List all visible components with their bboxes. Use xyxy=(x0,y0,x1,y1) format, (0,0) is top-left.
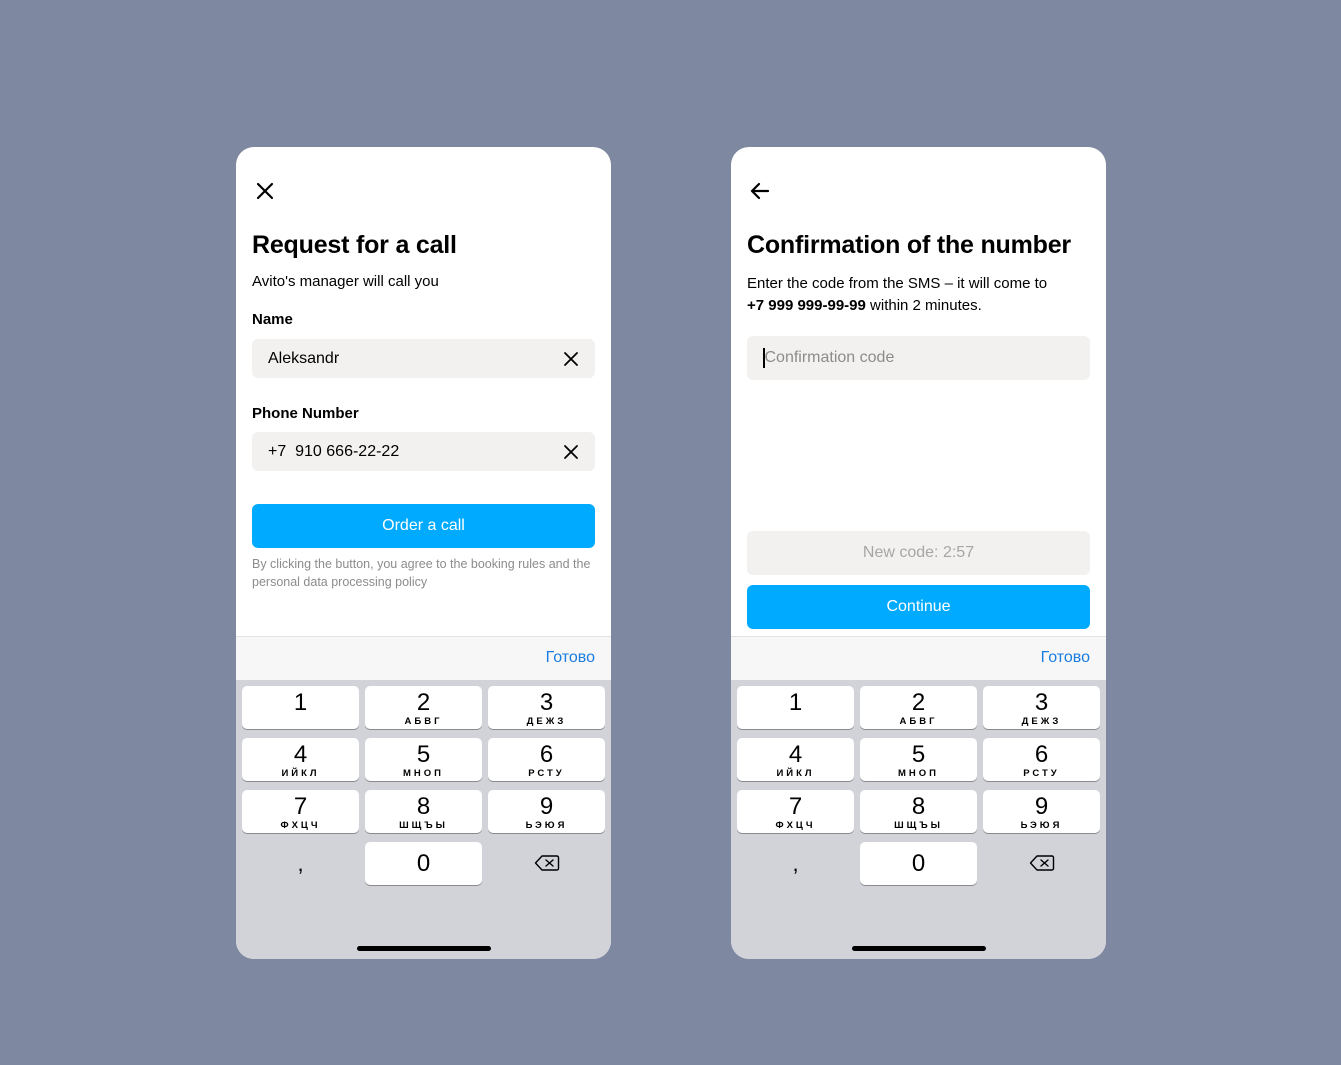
name-label: Name xyxy=(252,311,293,328)
key-3[interactable]: 3 ДЕЖЗ xyxy=(983,686,1100,729)
desc-suffix: within 2 minutes. xyxy=(870,297,982,314)
page-title: Request for a call xyxy=(252,231,457,259)
key-7[interactable]: 7 ФХЦЧ xyxy=(242,790,359,833)
key-4[interactable]: 4 ИЙКЛ xyxy=(737,738,854,781)
clear-icon[interactable] xyxy=(563,444,579,460)
arrow-left-icon[interactable] xyxy=(747,178,773,204)
key-5[interactable]: 5 МНОП xyxy=(860,738,977,781)
confirmation-code-input[interactable]: Confirmation code xyxy=(747,336,1090,380)
new-code-button[interactable]: New code: 2:57 xyxy=(747,531,1090,575)
legal-text: By clicking the button, you agree to the… xyxy=(252,557,591,589)
order-call-button[interactable]: Order a call xyxy=(252,504,595,548)
confirmation-screen: Confirmation of the number Enter the cod… xyxy=(731,147,1106,959)
desc-phone: +7 999 999-99-99 xyxy=(747,297,866,314)
key-comma[interactable]: , xyxy=(242,842,359,885)
done-button[interactable]: Готово xyxy=(1041,649,1090,667)
phone-value: +7 910 666-22-22 xyxy=(268,442,400,460)
key-1[interactable]: 1 xyxy=(737,686,854,729)
request-call-screen: Request for a call Avito's manager will … xyxy=(236,147,611,959)
backspace-icon[interactable] xyxy=(488,842,605,885)
page-title: Confirmation of the number xyxy=(747,231,1071,259)
backspace-icon[interactable] xyxy=(983,842,1100,885)
desc-prefix: Enter the code from the SMS – it will co… xyxy=(747,275,1048,292)
page-subtitle: Avito's manager will call you xyxy=(252,273,439,290)
page-description: Enter the code from the SMS – it will co… xyxy=(747,273,1092,317)
key-1[interactable]: 1 xyxy=(242,686,359,729)
phone-label: Phone Number xyxy=(252,405,359,422)
home-indicator xyxy=(357,946,491,951)
key-2[interactable]: 2 АБВГ xyxy=(860,686,977,729)
key-9[interactable]: 9 ЬЭЮЯ xyxy=(983,790,1100,833)
key-7[interactable]: 7 ФХЦЧ xyxy=(737,790,854,833)
keyboard-toolbar: Готово xyxy=(236,636,611,681)
name-field[interactable]: Aleksandr xyxy=(252,339,595,378)
done-button[interactable]: Готово xyxy=(546,649,595,667)
clear-icon[interactable] xyxy=(563,351,579,367)
code-placeholder: Confirmation code xyxy=(764,349,895,366)
key-6[interactable]: 6 РСТУ xyxy=(983,738,1100,781)
keyboard-toolbar: Готово xyxy=(731,636,1106,681)
key-9[interactable]: 9 ЬЭЮЯ xyxy=(488,790,605,833)
key-2[interactable]: 2 АБВГ xyxy=(365,686,482,729)
key-0[interactable]: 0 xyxy=(860,842,977,885)
phone-field[interactable]: +7 910 666-22-22 xyxy=(252,432,595,471)
continue-button[interactable]: Continue xyxy=(747,585,1090,629)
key-8[interactable]: 8 ШЩЪЫ xyxy=(860,790,977,833)
key-8[interactable]: 8 ШЩЪЫ xyxy=(365,790,482,833)
numeric-keyboard: 1 2 АБВГ 3 ДЕЖЗ 4 ИЙКЛ 5 МНОП 6 РСТУ 7 ФХЦЧ 8Ш… xyxy=(236,680,611,959)
key-6[interactable]: 6 РСТУ xyxy=(488,738,605,781)
key-4[interactable]: 4 ИЙКЛ xyxy=(242,738,359,781)
home-indicator xyxy=(852,946,986,951)
key-5[interactable]: 5 МНОП xyxy=(365,738,482,781)
name-value: Aleksandr xyxy=(268,349,340,367)
numeric-keyboard: 1 2 АБВГ 3 ДЕЖЗ 4 ИЙКЛ 5 МНОП 6 РСТУ 7 ФХЦЧ 8Ш… xyxy=(731,680,1106,959)
key-0[interactable]: 0 xyxy=(365,842,482,885)
close-icon[interactable] xyxy=(252,178,278,204)
key-comma[interactable]: , xyxy=(737,842,854,885)
key-3[interactable]: 3 ДЕЖЗ xyxy=(488,686,605,729)
